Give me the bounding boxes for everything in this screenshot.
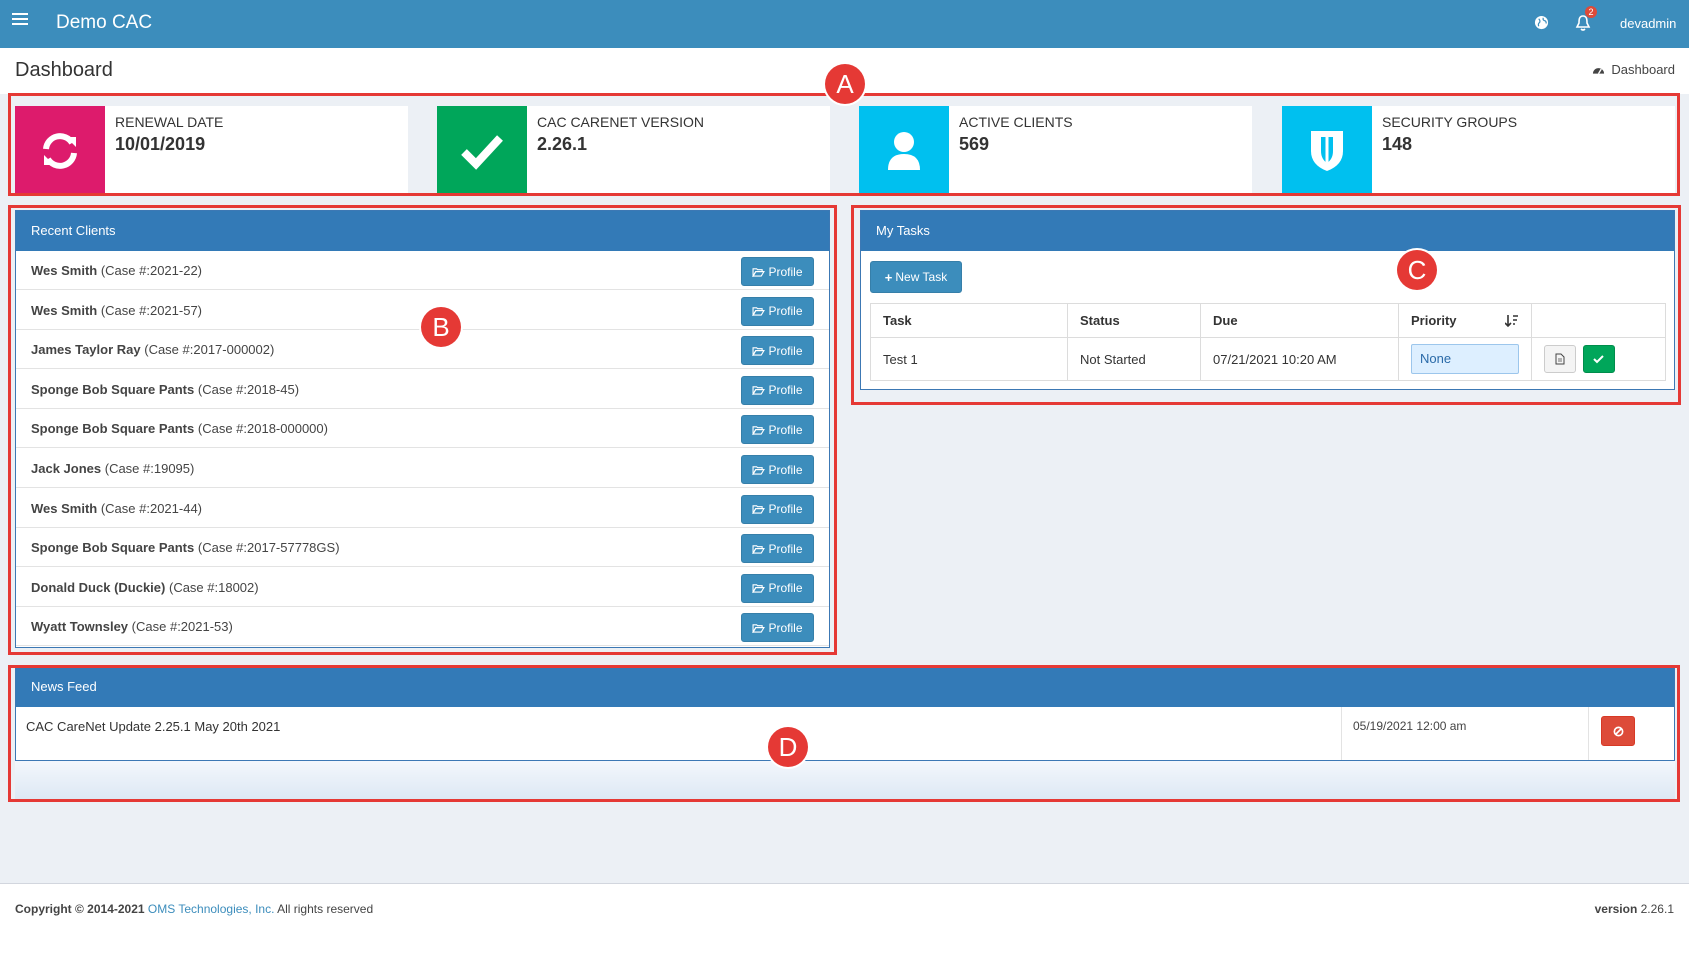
menu-toggle-icon[interactable]	[12, 13, 28, 29]
annotation-box-c	[851, 205, 1681, 405]
app-title[interactable]: Demo CAC	[56, 12, 152, 34]
annotation-box-d	[8, 665, 1680, 802]
dashboard-icon	[1593, 68, 1605, 75]
page-title: Dashboard	[15, 59, 113, 81]
version-info: version 2.26.1	[1595, 902, 1674, 916]
breadcrumb[interactable]: Dashboard	[1592, 62, 1675, 77]
page-footer: Copyright © 2014-2021 OMS Technologies, …	[0, 883, 1689, 953]
breadcrumb-label: Dashboard	[1611, 62, 1675, 77]
top-navbar: Demo CAC 2 devadmin	[0, 0, 1689, 48]
annotation-marker-b: B	[421, 307, 461, 347]
annotation-box-b	[8, 205, 837, 655]
annotation-marker-d: D	[768, 727, 808, 767]
user-menu[interactable]: devadmin	[1620, 16, 1676, 31]
version-number: 2.26.1	[1640, 902, 1674, 916]
annotation-marker-c: C	[1397, 250, 1437, 290]
copyright-text: Copyright © 2014-2021	[15, 902, 145, 916]
annotation-box-a	[8, 93, 1680, 196]
copyright: Copyright © 2014-2021 OMS Technologies, …	[15, 902, 373, 916]
version-label: version	[1594, 902, 1638, 916]
annotation-marker-a: A	[825, 64, 865, 104]
notification-badge: 2	[1585, 6, 1597, 18]
globe-icon[interactable]	[1534, 15, 1549, 30]
company-link[interactable]: OMS Technologies, Inc.	[148, 902, 275, 916]
rights-text: All rights reserved	[277, 902, 374, 916]
